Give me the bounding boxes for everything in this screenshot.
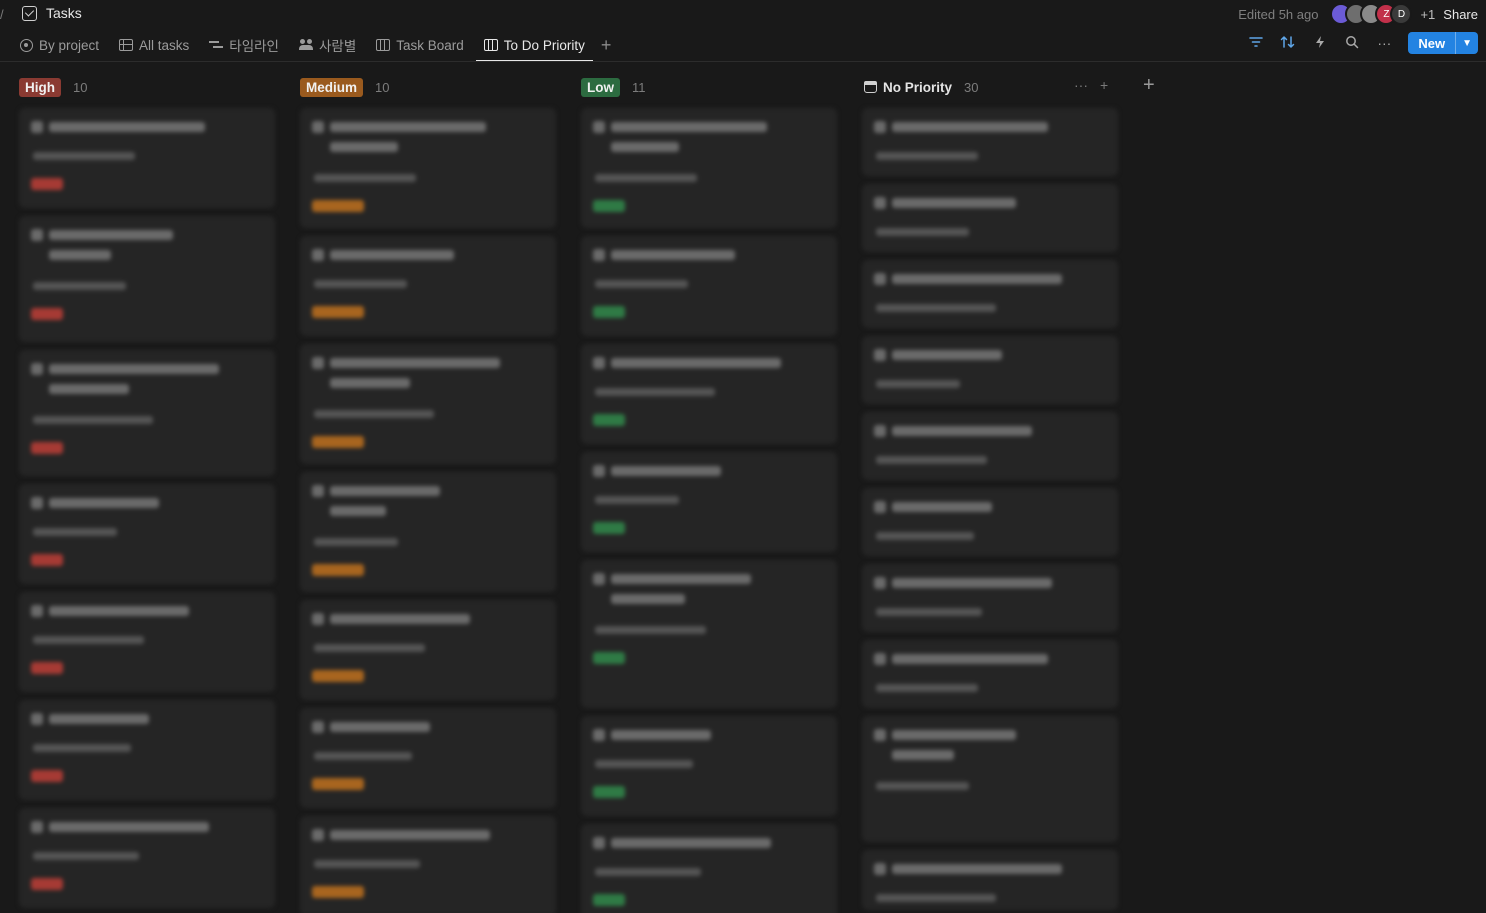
column-add-icon[interactable]: + <box>1100 77 1108 93</box>
tab-to-do-priority[interactable]: To Do Priority <box>475 30 593 62</box>
column-more-icon[interactable]: ··· <box>1074 77 1088 93</box>
edited-timestamp: Edited 5h ago <box>1238 6 1319 22</box>
task-card[interactable] <box>300 236 556 336</box>
task-card[interactable] <box>862 184 1118 252</box>
task-card[interactable] <box>300 344 556 464</box>
task-card[interactable] <box>300 816 556 913</box>
column-header-no-priority[interactable]: No Priority 30 <box>864 76 978 98</box>
task-card[interactable] <box>862 488 1118 556</box>
task-card[interactable] <box>300 708 556 808</box>
tab-label: 사람별 <box>318 39 357 54</box>
tab-timeline[interactable]: 타임라인 <box>207 30 281 60</box>
automation-lightning-icon[interactable] <box>1312 35 1328 52</box>
priority-badge-medium: Medium <box>300 77 364 97</box>
task-card[interactable] <box>862 640 1118 708</box>
task-card[interactable] <box>300 472 556 592</box>
task-card[interactable] <box>300 600 556 700</box>
target-icon <box>20 38 33 52</box>
board-icon <box>376 39 391 51</box>
tab-label: To Do Priority <box>503 37 585 53</box>
no-priority-label: No Priority <box>883 79 953 95</box>
task-card[interactable] <box>300 108 556 228</box>
chevron-down-icon[interactable]: ▼ <box>1455 32 1478 54</box>
column-count: 10 <box>73 79 88 95</box>
add-group-icon[interactable]: + <box>1143 74 1155 97</box>
tab-all-tasks[interactable]: All tasks <box>117 30 191 60</box>
filter-icon[interactable] <box>1248 35 1264 51</box>
task-card[interactable] <box>862 850 1118 910</box>
task-card[interactable] <box>862 336 1118 404</box>
tab-by-person[interactable]: 사람별 <box>297 30 358 60</box>
task-card[interactable] <box>581 236 837 336</box>
column-header-actions: ··· + <box>1074 77 1108 93</box>
task-card[interactable] <box>862 260 1118 328</box>
view-tabs: By project All tasks 타임라인 사람별 Task Board… <box>18 30 612 62</box>
no-priority-label-wrap: No Priority <box>864 80 952 95</box>
sort-icon[interactable] <box>1280 35 1296 52</box>
column-header-high[interactable]: High 10 <box>19 76 87 98</box>
add-view-icon[interactable]: + <box>601 35 612 56</box>
page-title-wrap[interactable]: Tasks <box>22 5 82 21</box>
tabs-divider <box>0 61 1486 62</box>
top-bar: / Tasks Edited 5h ago ZD +1 Share <box>0 0 1486 28</box>
task-card[interactable] <box>581 716 837 816</box>
task-card[interactable] <box>19 808 275 908</box>
board-icon <box>483 39 498 51</box>
top-right-actions: Edited 5h ago ZD +1 Share <box>1238 3 1478 25</box>
task-card[interactable] <box>581 108 837 228</box>
tab-label: By project <box>39 37 100 53</box>
task-card[interactable] <box>862 412 1118 480</box>
no-priority-icon <box>864 81 877 93</box>
extra-collaborators-count[interactable]: +1 <box>1420 7 1435 22</box>
tab-by-project[interactable]: By project <box>18 30 101 60</box>
collaborator-avatars[interactable]: ZD <box>1330 3 1413 25</box>
new-button-label: New <box>1418 35 1446 51</box>
task-card[interactable] <box>581 560 837 708</box>
tab-label: All tasks <box>139 37 190 53</box>
task-card[interactable] <box>581 452 837 552</box>
tab-task-board[interactable]: Task Board <box>374 30 466 60</box>
tab-label: Task Board <box>396 37 464 53</box>
checkbox-icon <box>22 5 37 21</box>
task-card[interactable] <box>19 350 275 476</box>
breadcrumb-separator: / <box>0 7 4 22</box>
task-card[interactable] <box>19 216 275 342</box>
task-card[interactable] <box>581 824 837 913</box>
task-card[interactable] <box>19 108 275 208</box>
page-title: Tasks <box>46 5 82 21</box>
more-options-icon[interactable]: ··· <box>1376 35 1392 51</box>
column-count: 11 <box>632 79 646 95</box>
task-card[interactable] <box>862 108 1118 176</box>
column-header-medium[interactable]: Medium 10 <box>300 76 389 98</box>
task-card[interactable] <box>19 484 275 584</box>
task-card[interactable] <box>862 564 1118 632</box>
task-card[interactable] <box>19 592 275 692</box>
timeline-icon <box>209 39 224 51</box>
table-icon <box>119 39 134 51</box>
task-card[interactable] <box>581 344 837 444</box>
new-button[interactable]: New ▼ <box>1408 32 1478 54</box>
task-card[interactable] <box>19 700 275 800</box>
task-card[interactable] <box>862 716 1118 842</box>
column-header-low[interactable]: Low 11 <box>581 76 646 98</box>
avatar[interactable]: D <box>1390 3 1413 25</box>
search-icon[interactable] <box>1344 35 1360 52</box>
tab-label: 타임라인 <box>229 39 279 54</box>
column-count: 10 <box>375 79 390 95</box>
priority-badge-low: Low <box>581 77 620 97</box>
column-count: 30 <box>964 79 979 95</box>
view-toolbar: ··· New ▼ <box>1248 32 1478 54</box>
priority-badge-high: High <box>19 77 61 97</box>
people-icon <box>298 39 313 51</box>
share-button[interactable]: Share <box>1443 7 1478 22</box>
